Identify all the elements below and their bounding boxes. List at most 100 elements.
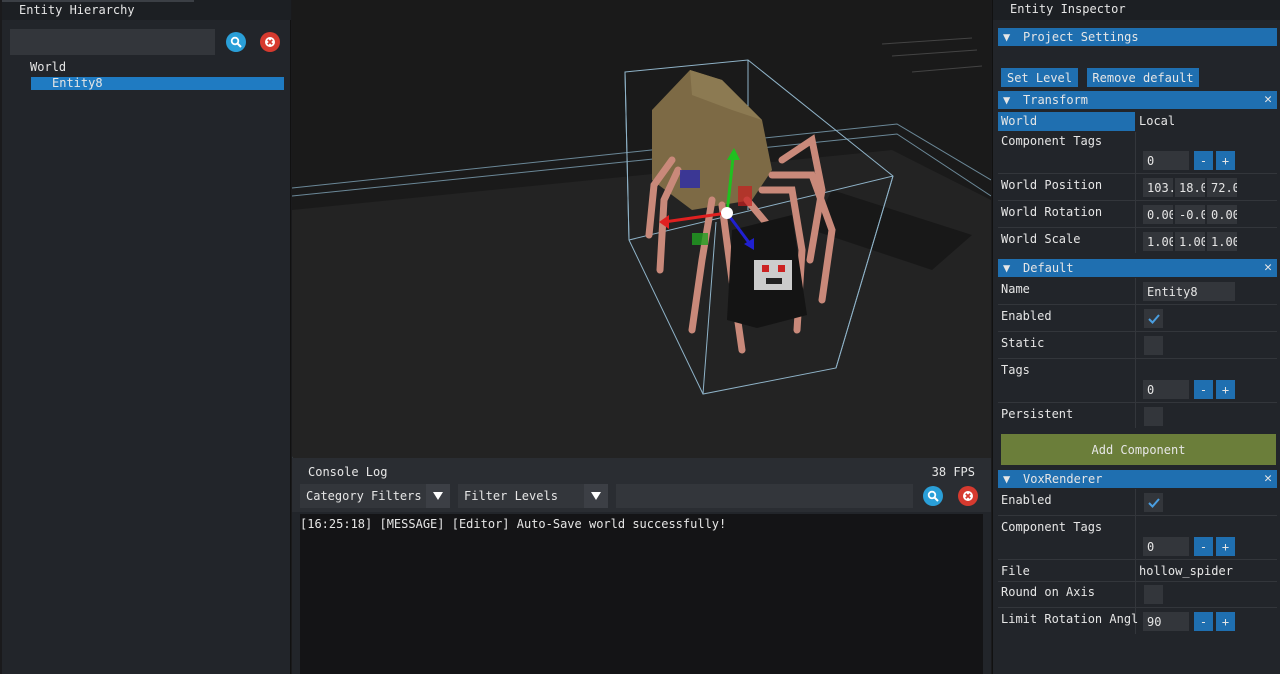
- close-icon[interactable]: ✕: [1264, 471, 1272, 486]
- triangle-down-icon: ▼: [1003, 261, 1011, 275]
- project-settings-header[interactable]: ▼ Project Settings: [998, 28, 1277, 46]
- divider: [998, 515, 1277, 516]
- world-rotation-y[interactable]: -0.0: [1175, 205, 1205, 224]
- component-tags-label: Component Tags: [1001, 134, 1103, 148]
- log-line: [16:25:18] [MESSAGE] [Editor] Auto-Save …: [300, 517, 727, 531]
- search-icon: [927, 490, 939, 502]
- world-position-x[interactable]: 103.: [1143, 178, 1173, 197]
- round-on-axis-checkbox[interactable]: [1144, 585, 1163, 604]
- vox-component-tags-input[interactable]: 0: [1143, 537, 1189, 556]
- world-position-z[interactable]: 72.0: [1207, 178, 1237, 197]
- hierarchy-title-bar: Entity Hierarchy: [2, 0, 291, 20]
- scene-viewport[interactable]: [292, 0, 991, 458]
- triangle-down-icon: ▼: [1003, 30, 1011, 44]
- minus-button[interactable]: -: [1194, 537, 1213, 556]
- world-scale-y[interactable]: 1.00: [1175, 232, 1205, 251]
- remove-default-button[interactable]: Remove default: [1087, 68, 1199, 87]
- plus-button[interactable]: +: [1216, 537, 1235, 556]
- plus-button[interactable]: +: [1216, 612, 1235, 631]
- world-scale-z[interactable]: 1.00: [1207, 232, 1237, 251]
- divider: [998, 331, 1277, 332]
- minus-button[interactable]: -: [1194, 612, 1213, 631]
- enabled-checkbox[interactable]: [1144, 309, 1163, 328]
- tree-node-label: Entity8: [52, 76, 103, 90]
- checkmark-icon: [1147, 313, 1160, 324]
- static-label: Static: [1001, 336, 1045, 350]
- level-filter-label: Filter Levels: [464, 489, 558, 503]
- plus-button[interactable]: +: [1216, 151, 1235, 170]
- level-filter-dropdown[interactable]: Filter Levels: [458, 484, 608, 508]
- name-input[interactable]: Entity8: [1143, 282, 1235, 301]
- space-local-toggle[interactable]: Local: [1139, 114, 1175, 128]
- set-level-button[interactable]: Set Level: [1001, 68, 1078, 87]
- hierarchy-clear-button[interactable]: [260, 32, 280, 52]
- round-on-axis-label: Round on Axis: [1001, 585, 1095, 599]
- persistent-checkbox[interactable]: [1144, 407, 1163, 426]
- minus-button[interactable]: -: [1194, 151, 1213, 170]
- divider: [998, 200, 1277, 201]
- static-checkbox[interactable]: [1144, 336, 1163, 355]
- component-tags-input[interactable]: 0: [1143, 151, 1189, 170]
- column-divider: [1135, 278, 1136, 428]
- voxrenderer-header[interactable]: ▼ VoxRenderer ✕: [998, 470, 1277, 488]
- divider: [998, 173, 1277, 174]
- enabled-label: Enabled: [1001, 309, 1052, 323]
- hierarchy-search-input[interactable]: [10, 29, 215, 55]
- close-icon: [963, 491, 973, 501]
- world-position-y[interactable]: 18.0: [1175, 178, 1205, 197]
- console-panel: Console Log 38 FPS Category Filters Filt…: [292, 458, 991, 674]
- hierarchy-search-button[interactable]: [226, 32, 246, 52]
- triangle-down-icon: ▼: [1003, 472, 1011, 486]
- plus-button[interactable]: +: [1216, 380, 1235, 399]
- close-icon[interactable]: ✕: [1264, 260, 1272, 275]
- console-clear-button[interactable]: [958, 486, 978, 506]
- close-icon: [265, 37, 275, 47]
- divider: [998, 358, 1277, 359]
- category-filter-label: Category Filters: [306, 489, 422, 503]
- entity-inspector-panel: Entity Inspector ▼ Project Settings Set …: [992, 0, 1280, 674]
- scene-render: [292, 0, 991, 458]
- category-filter-dropdown[interactable]: Category Filters: [300, 484, 450, 508]
- divider: [998, 304, 1277, 305]
- minus-button[interactable]: -: [1194, 380, 1213, 399]
- persistent-label: Persistent: [1001, 407, 1074, 421]
- tab-indicator: [2, 0, 194, 2]
- world-rotation-label: World Rotation: [1001, 205, 1103, 219]
- world-scale-x[interactable]: 1.00: [1143, 232, 1173, 251]
- close-icon[interactable]: ✕: [1264, 92, 1272, 107]
- name-label: Name: [1001, 282, 1030, 296]
- divider: [998, 581, 1277, 582]
- limit-rotation-input[interactable]: 90: [1143, 612, 1189, 631]
- chevron-down-icon: [426, 484, 450, 508]
- default-header[interactable]: ▼ Default ✕: [998, 259, 1277, 277]
- divider: [998, 402, 1277, 403]
- entity-hierarchy-panel: Entity Hierarchy World Entity8: [2, 0, 291, 674]
- space-world-label: World: [1001, 114, 1038, 128]
- world-rotation-z[interactable]: 0.00: [1207, 205, 1237, 224]
- fps-counter: 38 FPS: [931, 465, 975, 479]
- triangle-down-icon: ▼: [1003, 93, 1011, 107]
- world-position-label: World Position: [1001, 178, 1103, 192]
- tree-node-world[interactable]: World: [30, 60, 66, 74]
- console-search-button[interactable]: [923, 486, 943, 506]
- world-rotation-x[interactable]: 0.00: [1143, 205, 1173, 224]
- vox-enabled-label: Enabled: [1001, 493, 1052, 507]
- checkmark-icon: [1147, 497, 1160, 508]
- console-log-area[interactable]: [16:25:18] [MESSAGE] [Editor] Auto-Save …: [300, 514, 983, 674]
- space-world-toggle[interactable]: World: [998, 112, 1135, 131]
- console-search-input[interactable]: [616, 484, 913, 508]
- world-scale-label: World Scale: [1001, 232, 1081, 246]
- transform-header[interactable]: ▼ Transform ✕: [998, 91, 1277, 109]
- add-component-button[interactable]: Add Component: [1001, 434, 1276, 465]
- divider: [998, 227, 1277, 228]
- file-value[interactable]: hollow_spider: [1139, 564, 1233, 578]
- inspector-title-bar: Entity Inspector: [993, 0, 1280, 20]
- column-divider: [1135, 132, 1136, 253]
- voxrenderer-label: VoxRenderer: [1023, 472, 1103, 486]
- tree-node-entity8[interactable]: Entity8: [31, 76, 284, 90]
- vox-enabled-checkbox[interactable]: [1144, 493, 1163, 512]
- limit-rotation-label: Limit Rotation Angl: [1001, 612, 1139, 626]
- tags-input[interactable]: 0: [1143, 380, 1189, 399]
- transform-label: Transform: [1023, 93, 1089, 107]
- search-icon: [230, 36, 242, 48]
